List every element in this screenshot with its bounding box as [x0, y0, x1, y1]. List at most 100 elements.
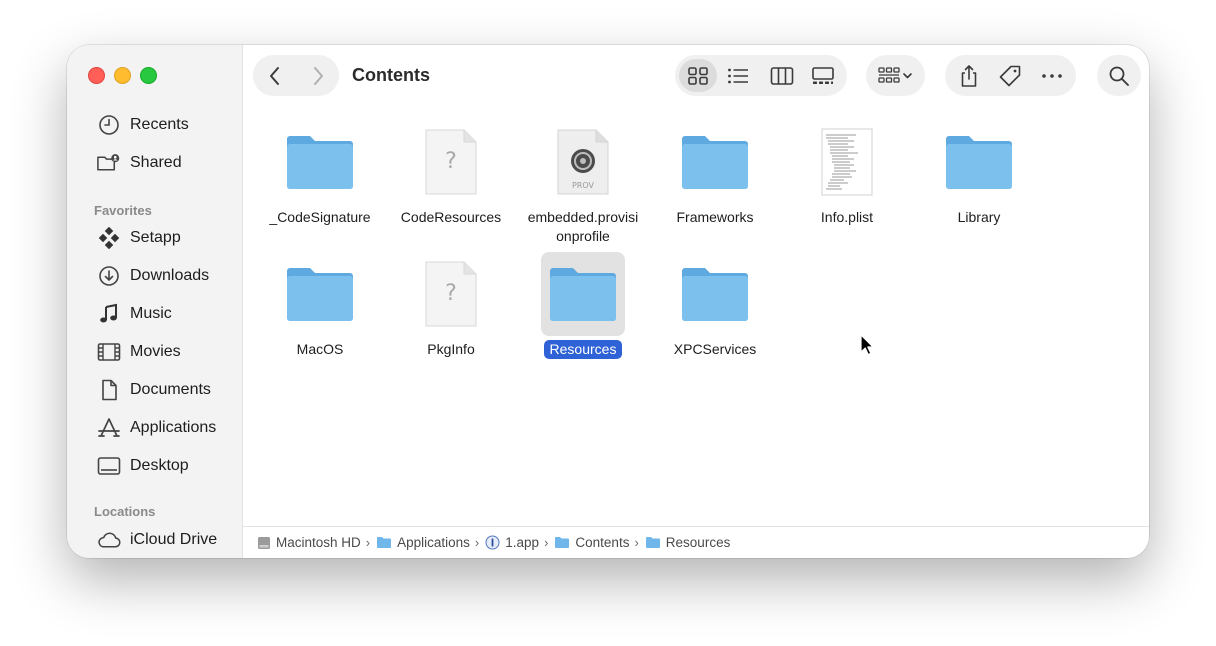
file-item-codesignature[interactable]: _CodeSignature [254, 120, 386, 227]
file-item-coderesources[interactable]: ? CodeResources [385, 120, 517, 227]
column-view-icon [770, 66, 794, 85]
plist-file-icon [805, 120, 889, 204]
folder-icon [555, 537, 570, 548]
sidebar-item-applications[interactable]: Applications [96, 413, 216, 443]
file-name: Resources [543, 340, 623, 359]
group-pill [866, 55, 925, 96]
sidebar-item-label: Documents [130, 381, 211, 398]
zoom-button[interactable] [140, 67, 157, 84]
path-crumb-macintosh-hd[interactable]: Macintosh HD [257, 535, 361, 550]
sidebar-item-shared[interactable]: Shared [96, 148, 182, 178]
forward-button[interactable] [296, 55, 339, 96]
sidebar: Recents Shared Favorites Setapp Download… [67, 45, 243, 558]
chevron-left-icon [269, 66, 279, 85]
file-name: Frameworks [676, 209, 754, 225]
locations-heading: Locations [94, 504, 156, 519]
file-item-macos[interactable]: MacOS [254, 252, 386, 359]
back-button[interactable] [253, 55, 296, 96]
folder-icon [673, 252, 757, 336]
search-button[interactable] [1097, 59, 1141, 92]
file-item-embedded-provisionprofile[interactable]: PROV embedded.provisi onprofile [517, 120, 649, 246]
tag-icon [1000, 65, 1021, 86]
film-icon [96, 340, 121, 365]
window-controls [88, 67, 157, 84]
folder-icon [278, 252, 362, 336]
actions-pill [945, 55, 1076, 96]
unknown-file-icon: ? [409, 252, 493, 336]
music-note-icon [96, 302, 121, 327]
share-icon [961, 64, 977, 87]
svg-text:?: ? [445, 281, 457, 306]
sidebar-item-music[interactable]: Music [96, 299, 172, 329]
sidebar-item-label: Movies [130, 343, 181, 360]
file-item-resources[interactable]: Resources [517, 252, 649, 359]
folder-icon [645, 537, 660, 548]
chevron-right-icon: › [365, 535, 371, 550]
download-icon [96, 264, 121, 289]
sidebar-item-movies[interactable]: Movies [96, 337, 181, 367]
sidebar-item-documents[interactable]: Documents [96, 375, 211, 405]
tag-button[interactable] [989, 59, 1033, 92]
file-item-library[interactable]: Library [913, 120, 1045, 227]
cloud-icon [96, 528, 121, 553]
sidebar-item-label: Shared [130, 154, 182, 171]
file-name: _CodeSignature [269, 209, 371, 225]
applications-icon [96, 416, 121, 441]
setapp-icon [96, 226, 121, 251]
close-button[interactable] [88, 67, 105, 84]
path-crumb-label: Macintosh HD [276, 535, 361, 550]
file-item-frameworks[interactable]: Frameworks [649, 120, 781, 227]
path-crumb-resources[interactable]: Resources [645, 535, 731, 550]
toolbar: Contents [243, 45, 1149, 107]
folder-icon [937, 120, 1021, 204]
file-name: MacOS [296, 341, 344, 357]
file-name: PkgInfo [427, 341, 475, 357]
app-icon [485, 535, 500, 550]
sidebar-item-downloads[interactable]: Downloads [96, 261, 209, 291]
chevron-right-icon: › [544, 535, 549, 550]
sidebar-item-label: Setapp [130, 229, 181, 246]
favorites-heading: Favorites [94, 203, 152, 218]
finder-window: Recents Shared Favorites Setapp Download… [67, 45, 1149, 558]
folder-icon [673, 120, 757, 204]
path-crumb-label: Contents [575, 535, 630, 550]
sidebar-item-label: Desktop [130, 457, 189, 474]
folder-icon [541, 252, 625, 336]
file-item-pkginfo[interactable]: ? PkgInfo [385, 252, 517, 359]
path-crumb-label: 1.app [505, 535, 540, 550]
share-button[interactable] [949, 59, 989, 92]
list-view-icon [728, 68, 749, 83]
folder-icon [377, 537, 392, 548]
group-icon [877, 66, 912, 83]
document-icon [96, 378, 121, 403]
list-view-button[interactable] [717, 59, 760, 92]
sidebar-item-label: Downloads [130, 267, 210, 284]
path-crumb-app[interactable]: 1.app [485, 535, 539, 550]
more-button[interactable] [1032, 59, 1072, 92]
clock-icon [96, 113, 121, 138]
path-bar: Macintosh HD › Applications › 1.app › Co… [243, 526, 1149, 558]
sidebar-item-setapp[interactable]: Setapp [96, 223, 181, 253]
group-button[interactable] [870, 59, 921, 92]
gallery-view-button[interactable] [803, 59, 843, 92]
path-crumb-applications[interactable]: Applications [376, 535, 470, 550]
sidebar-item-icloud-drive[interactable]: iCloud Drive [96, 525, 217, 555]
file-name: CodeResources [400, 209, 502, 225]
path-crumb-contents[interactable]: Contents [554, 535, 629, 550]
svg-text:?: ? [445, 149, 457, 174]
icon-view-icon [687, 66, 708, 85]
unknown-file-icon: ? [409, 120, 493, 204]
file-item-xpcservices[interactable]: XPCServices [649, 252, 781, 359]
sidebar-item-label: Recents [130, 116, 189, 133]
sidebar-item-desktop[interactable]: Desktop [96, 451, 189, 481]
icon-view-button[interactable] [679, 59, 717, 92]
file-name: XPCServices [673, 341, 757, 357]
minimize-button[interactable] [114, 67, 131, 84]
file-item-info-plist[interactable]: Info.plist [781, 120, 913, 227]
gallery-view-icon [812, 66, 835, 84]
sidebar-item-recents[interactable]: Recents [96, 110, 189, 140]
column-view-button[interactable] [760, 59, 803, 92]
file-name: Info.plist [820, 209, 874, 225]
file-name: Library [957, 209, 1001, 225]
path-crumb-label: Resources [665, 535, 731, 550]
